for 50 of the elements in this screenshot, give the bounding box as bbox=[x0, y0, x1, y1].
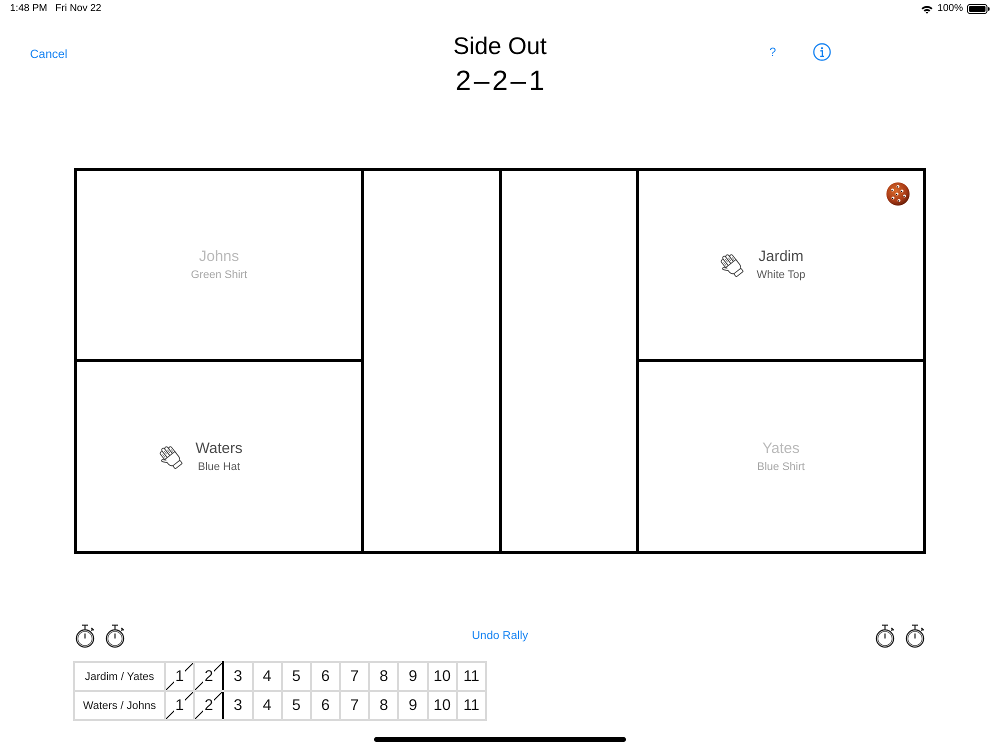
point-number: 6 bbox=[320, 696, 331, 714]
timeout-button[interactable] bbox=[75, 624, 95, 648]
point-number: 9 bbox=[408, 668, 418, 684]
point-number: 1 bbox=[174, 696, 185, 714]
cancel-button[interactable]: Cancel bbox=[30, 47, 68, 62]
court-zone[interactable]: Jardim White Top bbox=[639, 171, 923, 359]
player-shirt: Blue Shirt bbox=[757, 460, 805, 474]
point-number: 2 bbox=[203, 696, 214, 714]
player-shirt: Green Shirt bbox=[190, 268, 248, 282]
help-button[interactable]: ? bbox=[769, 44, 776, 60]
stopwatch-icon bbox=[905, 624, 925, 648]
point-number: 3 bbox=[232, 696, 244, 714]
team-name-cell: Waters / Johns bbox=[74, 691, 165, 720]
point-number: 3 bbox=[232, 668, 244, 684]
player-name: Jardim bbox=[758, 248, 804, 266]
undo-button[interactable]: Undo Rally bbox=[472, 628, 528, 644]
timeout-button[interactable] bbox=[875, 624, 895, 648]
wifi-icon bbox=[921, 4, 934, 14]
stopwatch-icon bbox=[875, 624, 895, 648]
player-name: Johns bbox=[198, 248, 240, 266]
point-number: 1 bbox=[174, 668, 185, 684]
point-number: 6 bbox=[320, 668, 331, 684]
info-icon bbox=[813, 43, 831, 61]
team-name-cell: Jardim / Yates bbox=[74, 662, 165, 691]
battery-icon bbox=[967, 4, 990, 14]
player-name: Waters bbox=[196, 440, 242, 458]
point-number: 10 bbox=[432, 696, 452, 714]
point-number: 2 bbox=[203, 668, 214, 684]
battery-percent: 100% bbox=[937, 3, 963, 15]
court-zone[interactable]: Yates Blue Shirt bbox=[639, 362, 923, 551]
stopwatch-icon bbox=[105, 624, 125, 648]
point-number: 8 bbox=[378, 696, 390, 714]
info-button[interactable] bbox=[813, 43, 831, 61]
court-zone[interactable]: Johns Green Shirt bbox=[77, 171, 361, 359]
point-number: 8 bbox=[378, 668, 390, 684]
timeout-button[interactable] bbox=[105, 624, 125, 648]
player-name: Yates bbox=[762, 440, 800, 458]
player-shirt: White Top bbox=[756, 268, 806, 282]
game-score: 2 – 2 – 1 bbox=[456, 64, 544, 98]
point-number: 5 bbox=[290, 668, 302, 684]
status-date: Fri Nov 22 bbox=[55, 3, 102, 15]
point-number: 5 bbox=[290, 696, 302, 714]
court-zone[interactable]: Waters Blue Hat bbox=[77, 362, 361, 551]
timeout-button[interactable] bbox=[905, 624, 925, 648]
point-number: 10 bbox=[432, 668, 452, 684]
point-number: 9 bbox=[408, 696, 418, 714]
player-shirt: Blue Hat bbox=[198, 460, 240, 474]
screen-title: Side Out bbox=[453, 33, 547, 61]
stopwatch-icon bbox=[75, 624, 95, 648]
status-time: 1:48 PM bbox=[10, 3, 48, 15]
